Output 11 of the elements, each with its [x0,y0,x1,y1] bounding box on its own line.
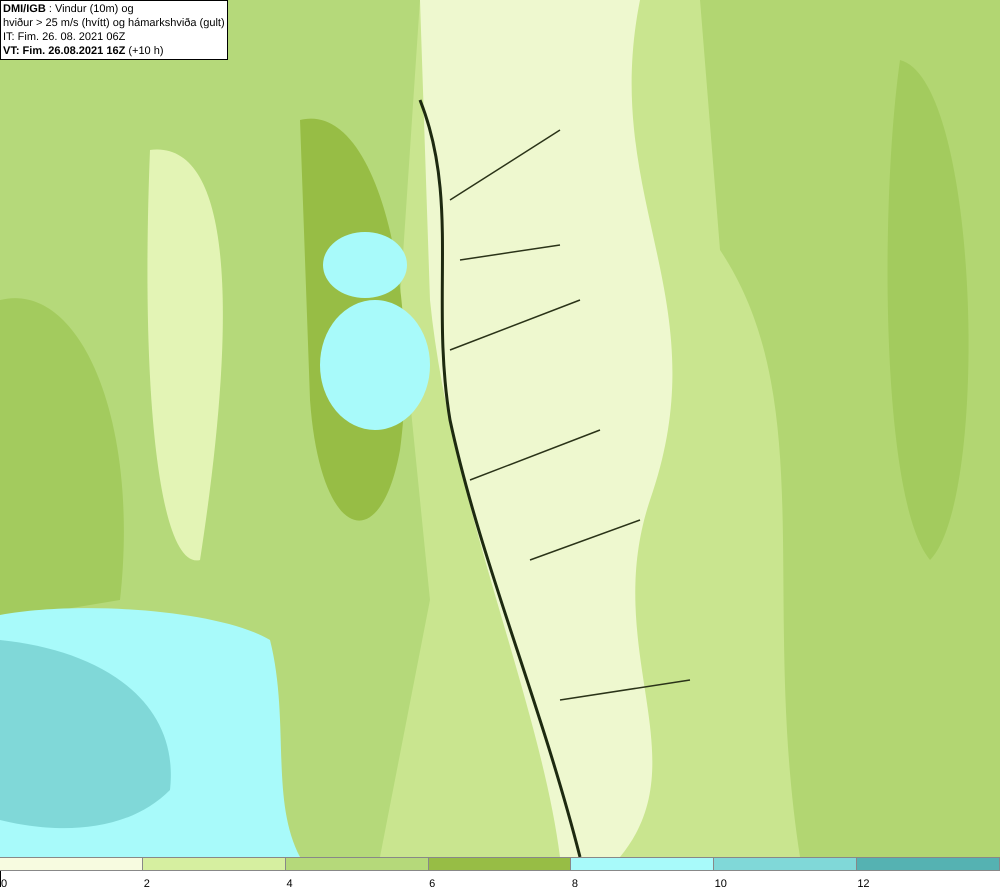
info-text: DMI/IGB : Vindur (10m) og [3,2,135,16]
legend-label: 6 [429,878,436,887]
legend-label: 10 [714,878,727,887]
info-text: hviður > 25 m/s (hvítt) og hámarkshviða (gult) [3,16,225,30]
info-text: IT: Fim. 26. 08. 2021 06Z [3,30,126,44]
legend-label: 2 [144,878,150,887]
info-text: VT: Fim. 26.08.2021 16Z (+10 h) [3,44,165,58]
legend-label: 0 [1,878,8,887]
legend-label: 8 [572,878,578,887]
legend-label: 4 [286,878,293,887]
legend-label: 12 [857,878,870,887]
